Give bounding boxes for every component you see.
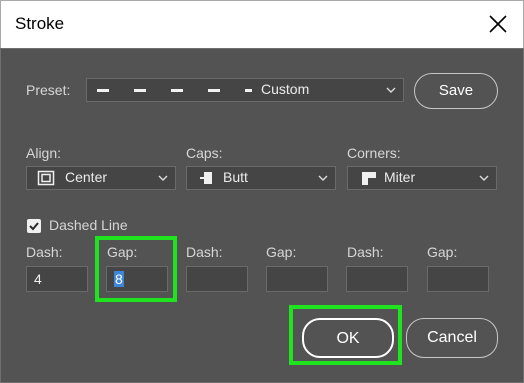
align-select[interactable]: Center xyxy=(26,166,176,190)
gap-field-highlight xyxy=(95,236,177,302)
gap-3-field[interactable] xyxy=(427,266,489,292)
chevron-down-icon xyxy=(386,87,396,93)
corners-label: Corners: xyxy=(347,145,401,161)
corners-miter-icon xyxy=(362,172,376,185)
close-icon xyxy=(489,15,507,33)
close-button[interactable] xyxy=(485,11,511,37)
title-bar: Stroke xyxy=(0,0,524,48)
align-label: Align: xyxy=(26,145,62,161)
dialog-title: Stroke xyxy=(15,14,65,33)
gap-2-field[interactable] xyxy=(266,266,328,292)
cancel-button[interactable]: Cancel xyxy=(406,318,498,358)
gap-3-label: Gap: xyxy=(427,244,458,260)
dashed-line-checkbox[interactable] xyxy=(27,219,41,233)
dashed-line-label: Dashed Line xyxy=(49,217,128,233)
preset-select[interactable]: Custom xyxy=(86,78,404,102)
preset-value: Custom xyxy=(261,81,310,97)
gap-2-label: Gap: xyxy=(266,244,297,260)
dash-1-field[interactable]: 4 xyxy=(26,266,88,292)
chevron-down-icon xyxy=(318,175,328,181)
caps-select[interactable]: Butt xyxy=(186,166,336,190)
preset-label: Preset: xyxy=(26,82,71,98)
dash-1-value: 4 xyxy=(34,271,42,287)
dash-2-field[interactable] xyxy=(186,266,248,292)
dash-3-field[interactable] xyxy=(346,266,408,292)
dash-3-label: Dash: xyxy=(347,244,384,260)
caps-value: Butt xyxy=(223,169,248,185)
caps-label: Caps: xyxy=(186,145,223,161)
ok-button-highlight xyxy=(289,305,402,365)
dash-1-label: Dash: xyxy=(26,244,63,260)
caps-butt-icon xyxy=(200,172,212,184)
corners-value: Miter xyxy=(384,169,416,185)
corners-select[interactable]: Miter xyxy=(347,166,497,190)
save-button[interactable]: Save xyxy=(414,73,498,109)
checkmark-icon xyxy=(29,222,39,231)
chevron-down-icon xyxy=(158,175,168,181)
dash-2-label: Dash: xyxy=(186,244,223,260)
chevron-down-icon xyxy=(479,175,489,181)
align-center-icon xyxy=(37,170,55,186)
align-value: Center xyxy=(65,169,108,185)
